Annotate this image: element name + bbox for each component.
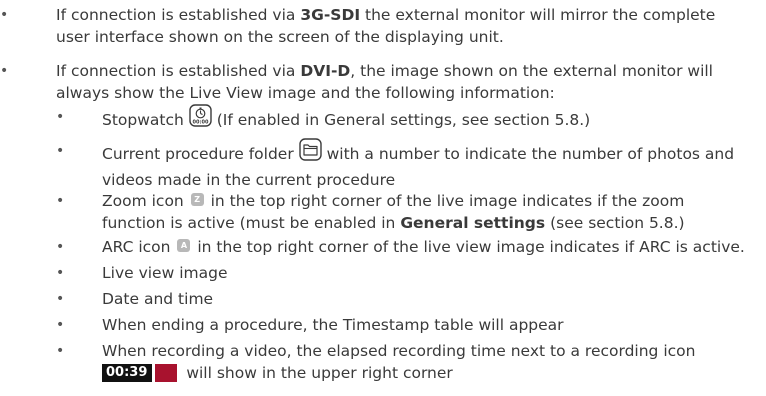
sub-text: (If enabled in General settings, see sec… [216, 111, 591, 129]
sub-item-stopwatch: Stopwatch 00:00 (If enabled in General s… [102, 104, 762, 135]
sub-bullet-dot: • [56, 265, 65, 281]
item-line: always show the Live View image and the … [56, 84, 555, 102]
svg-text:00:00: 00:00 [192, 120, 208, 126]
sub-text: in the top right corner of the live view… [197, 238, 745, 256]
record-icon [155, 363, 178, 382]
item-text: the external monitor will mirror the com… [360, 6, 716, 24]
record-indicator: 00:39 [102, 363, 178, 382]
sub-bullet-dot: • [56, 109, 65, 125]
sub-item-timestamp: When ending a procedure, the Timestamp t… [102, 314, 762, 336]
sub-item-zoom: Zoom icon Z in the top right corner of t… [102, 190, 762, 234]
sub-text: Date and time [102, 290, 214, 308]
sub-text: function is active (must be enabled in [102, 214, 401, 232]
stopwatch-icon: 00:00 [189, 104, 212, 133]
sub-bullet-dot: • [56, 317, 65, 333]
bullet-item-dvi-d: If connection is established via DVI-D, … [56, 60, 756, 104]
sub-text: ARC icon [102, 238, 171, 256]
bullet-dot: • [0, 63, 9, 79]
sub-text: When recording a video, the elapsed reco… [102, 342, 696, 360]
bullet-dot: • [0, 7, 9, 23]
sub-line: videos made in the current procedure [102, 171, 396, 189]
sub-item-procedure-folder: Current procedure folder with a number t… [102, 138, 762, 191]
sub-text: Current procedure folder [102, 145, 294, 163]
arc-icon: A [177, 239, 191, 252]
sub-bullet-dot: • [56, 193, 65, 209]
folder-icon [298, 138, 322, 167]
sub-text: Zoom icon [102, 192, 184, 210]
item-line: user interface shown on the screen of th… [56, 28, 504, 46]
bullet-item-3g-sdi: If connection is established via 3G-SDI … [56, 4, 756, 48]
sub-bullet-dot: • [56, 343, 65, 359]
item-text: , the image shown on the external monito… [350, 62, 713, 80]
sub-item-live-view: Live view image [102, 262, 762, 284]
record-time: 00:39 [102, 363, 153, 382]
sub-text: (see section 5.8.) [545, 214, 685, 232]
sub-bullet-dot: • [56, 143, 65, 159]
item-bold: DVI-D [300, 62, 351, 80]
sub-bullet-dot: • [56, 291, 65, 307]
sub-item-arc: ARC icon A in the top right corner of th… [102, 236, 762, 258]
sub-text: with a number to indicate the number of … [326, 145, 735, 163]
sub-text: When ending a procedure, the Timestamp t… [102, 316, 564, 334]
sub-text: Live view image [102, 264, 228, 282]
item-bold: 3G-SDI [300, 6, 361, 24]
sub-item-recording: When recording a video, the elapsed reco… [102, 340, 762, 384]
zoom-icon: Z [190, 193, 204, 206]
sub-item-date-time: Date and time [102, 288, 762, 310]
sub-text: Stopwatch [102, 111, 184, 129]
item-text: If connection is established via [56, 62, 301, 80]
sub-text: in the top right corner of the live imag… [210, 192, 685, 210]
sub-bullet-dot: • [56, 239, 65, 255]
item-text: If connection is established via [56, 6, 301, 24]
sub-bold: General settings [400, 214, 546, 232]
sub-text: will show in the upper right corner [186, 364, 453, 382]
